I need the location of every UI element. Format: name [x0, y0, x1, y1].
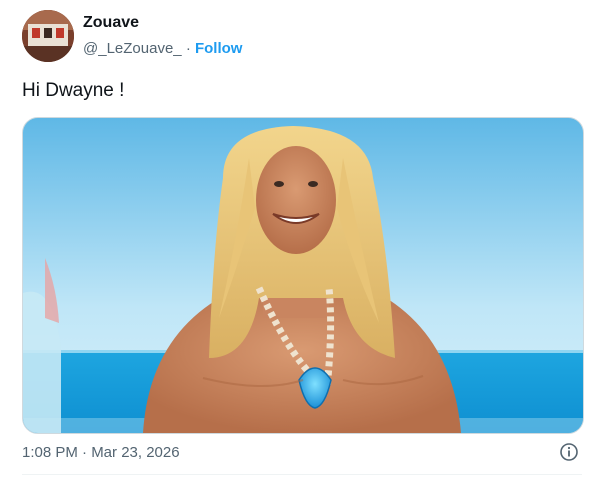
info-icon[interactable]	[559, 442, 579, 462]
author-handle-row: @_LeZouave_ · Follow	[83, 40, 242, 57]
follow-button[interactable]: Follow	[195, 40, 243, 57]
tweet-text: Hi Dwayne !	[22, 80, 125, 101]
divider	[22, 474, 582, 475]
separator-dot: ·	[185, 40, 191, 57]
tweet-media-image[interactable]	[22, 117, 584, 434]
author-name[interactable]: Zouave	[83, 14, 139, 32]
avatar[interactable]	[22, 10, 74, 62]
tweet-timestamp[interactable]: 1:08 PM · Mar 23, 2026	[22, 444, 180, 461]
author-handle[interactable]: @_LeZouave_	[83, 40, 182, 57]
tweet-card: Zouave @_LeZouave_ · Follow Hi Dwayne !	[0, 0, 600, 479]
